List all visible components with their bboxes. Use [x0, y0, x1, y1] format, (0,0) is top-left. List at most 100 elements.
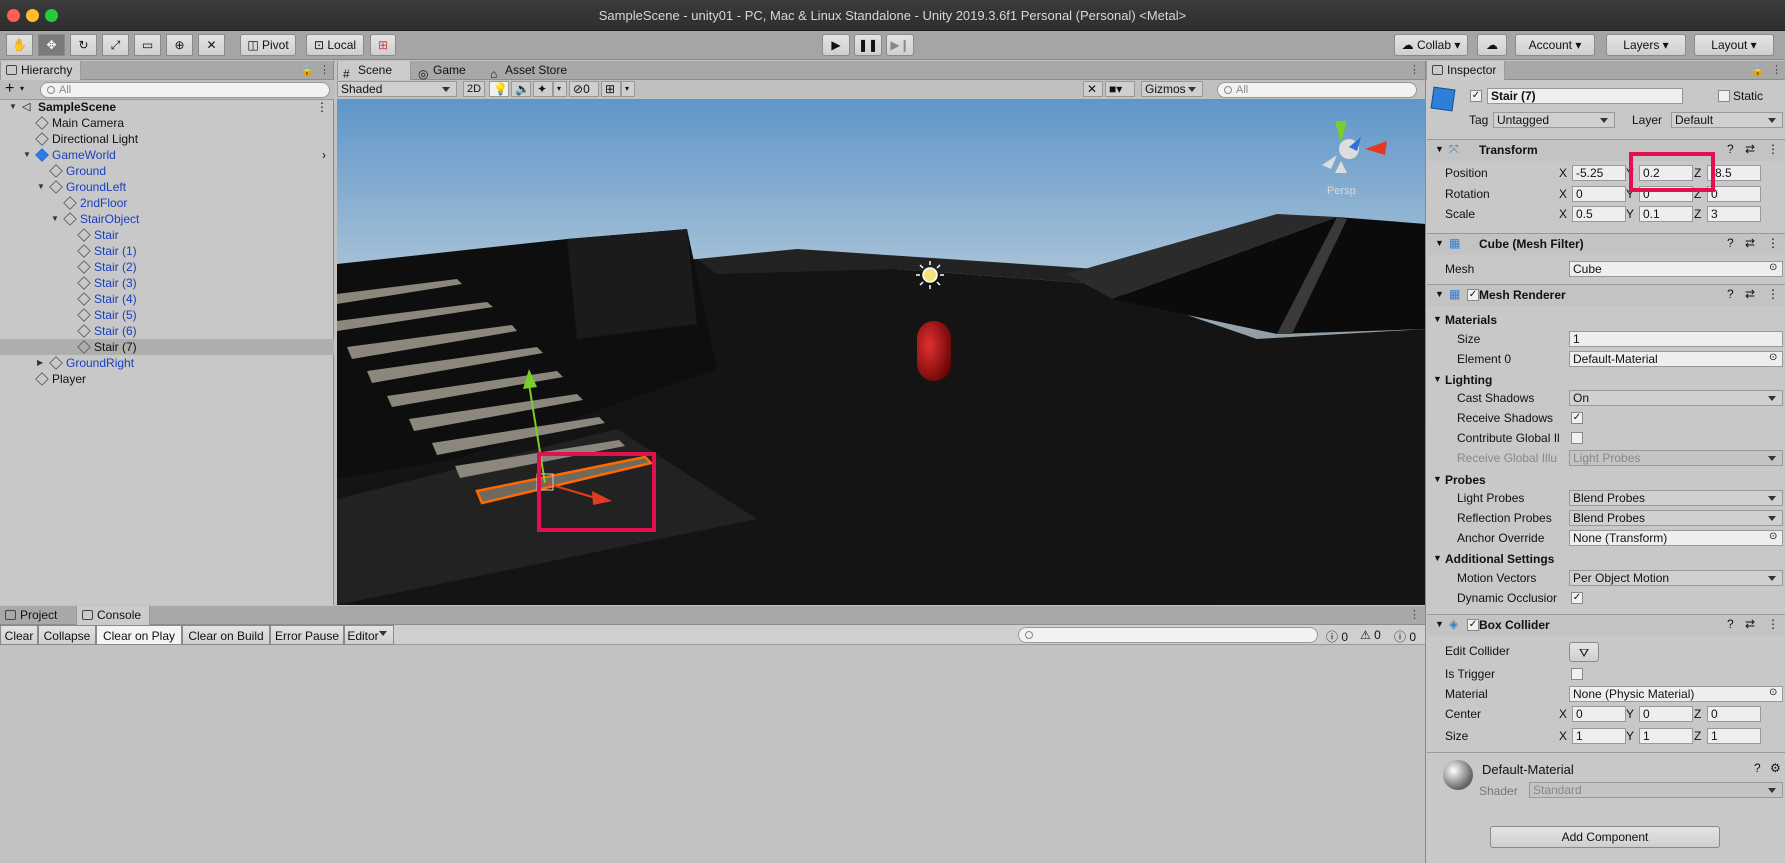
- scene-render[interactable]: Persp: [337, 99, 1426, 605]
- grid-snap-icon[interactable]: ⊞: [370, 34, 396, 56]
- size-y-field[interactable]: 1: [1639, 728, 1693, 744]
- local-toggle[interactable]: ⊡ Local: [306, 34, 364, 56]
- step-button[interactable]: ▶❙: [886, 34, 914, 56]
- size-z-field[interactable]: 1: [1707, 728, 1761, 744]
- player-capsule[interactable]: [917, 321, 951, 381]
- hierarchy-item[interactable]: ▶ GroundRight: [0, 355, 334, 371]
- collapse-button[interactable]: Collapse: [38, 625, 96, 645]
- warning-count[interactable]: ⚠ 0: [1360, 628, 1381, 642]
- layers-dropdown[interactable]: Layers ▾: [1606, 34, 1686, 56]
- component-menu-icon[interactable]: ⋮: [1767, 142, 1779, 156]
- prefab-open-icon[interactable]: ›: [322, 147, 326, 163]
- box-collider-enabled-checkbox[interactable]: ✓: [1467, 619, 1479, 631]
- tab-console[interactable]: Console: [76, 606, 151, 625]
- tab-project[interactable]: Project: [0, 606, 65, 625]
- perspective-label[interactable]: Persp: [1327, 185, 1356, 197]
- hierarchy-item[interactable]: ▼ GroundLeft: [0, 179, 334, 195]
- hierarchy-item[interactable]: Stair (1): [0, 243, 334, 259]
- menu-icon[interactable]: ⋮: [319, 63, 330, 76]
- tab-hierarchy[interactable]: Hierarchy: [0, 61, 82, 80]
- fold-arrow-icon[interactable]: ▼: [1435, 289, 1444, 299]
- reflection-probes-dropdown[interactable]: Blend Probes: [1569, 510, 1783, 526]
- pause-button[interactable]: ❚❚: [854, 34, 882, 56]
- layer-dropdown[interactable]: Default: [1671, 112, 1783, 128]
- is-trigger-checkbox[interactable]: [1571, 668, 1583, 680]
- fold-arrow-icon[interactable]: ▼: [1435, 619, 1444, 629]
- hierarchy-item[interactable]: Main Camera: [0, 115, 334, 131]
- tag-dropdown[interactable]: Untagged: [1493, 112, 1615, 128]
- object-name-field[interactable]: Stair (7): [1487, 88, 1683, 104]
- cast-shadows-dropdown[interactable]: On: [1569, 390, 1783, 406]
- audio-toggle-icon[interactable]: 🔈: [511, 81, 531, 97]
- grid-dropdown-icon[interactable]: ▾: [621, 81, 635, 97]
- grid-toggle-icon[interactable]: ⊞: [601, 81, 621, 97]
- object-picker-icon[interactable]: ⊙: [1769, 262, 1777, 273]
- object-picker-icon[interactable]: ⊙: [1769, 531, 1777, 542]
- clear-button[interactable]: Clear: [0, 625, 38, 645]
- tab-inspector[interactable]: Inspector: [1426, 61, 1506, 80]
- help-icon[interactable]: ?: [1727, 142, 1734, 156]
- rotate-tool-icon[interactable]: ↻: [70, 34, 97, 56]
- lighting-section[interactable]: Lighting: [1445, 373, 1492, 387]
- scale-tool-icon[interactable]: ⤢: [102, 34, 129, 56]
- layout-dropdown[interactable]: Layout ▾: [1694, 34, 1774, 56]
- hand-tool-icon[interactable]: ✋: [6, 34, 33, 56]
- hierarchy-item[interactable]: Stair (5): [0, 307, 334, 323]
- scene-menu-icon[interactable]: ⋮: [1409, 63, 1420, 76]
- element0-object-field[interactable]: Default-Material: [1569, 351, 1783, 367]
- expand-arrow-icon[interactable]: ▼: [51, 211, 61, 227]
- rotation-x-field[interactable]: 0: [1572, 186, 1626, 202]
- rect-tool-icon[interactable]: ▭: [134, 34, 161, 56]
- active-checkbox[interactable]: ✓: [1470, 90, 1482, 102]
- motion-vectors-dropdown[interactable]: Per Object Motion: [1569, 570, 1783, 586]
- tab-asset-store[interactable]: ⌂ Asset Store: [485, 61, 575, 81]
- cloud-icon[interactable]: ☁: [1477, 34, 1507, 56]
- error-pause-button[interactable]: Error Pause: [270, 625, 344, 645]
- probes-fold-icon[interactable]: ▼: [1433, 474, 1442, 484]
- hierarchy-item[interactable]: Stair (4): [0, 291, 334, 307]
- tab-game[interactable]: ◎ Game: [413, 61, 474, 81]
- create-dropdown-icon[interactable]: ▾: [20, 84, 24, 93]
- lock-icon[interactable]: 🔒: [300, 64, 314, 77]
- inspector-lock-icon[interactable]: 🔒: [1751, 64, 1765, 77]
- edit-collider-button[interactable]: ⛛: [1569, 642, 1599, 662]
- static-checkbox[interactable]: [1718, 90, 1730, 102]
- custom-tool-icon[interactable]: ✕: [198, 34, 225, 56]
- move-tool-icon[interactable]: ✥: [38, 34, 65, 56]
- hierarchy-item[interactable]: Stair (7): [0, 339, 334, 355]
- hierarchy-item[interactable]: Stair (3): [0, 275, 334, 291]
- play-button[interactable]: ▶: [822, 34, 850, 56]
- error-count[interactable]: ⓘ 0: [1394, 628, 1416, 645]
- expand-arrow-icon[interactable]: ▼: [9, 99, 19, 115]
- help-icon[interactable]: ?: [1727, 617, 1734, 631]
- fold-arrow-icon[interactable]: ▼: [1435, 238, 1444, 248]
- hierarchy-item[interactable]: 2ndFloor: [0, 195, 334, 211]
- editor-dropdown[interactable]: Editor: [344, 625, 394, 645]
- component-menu-icon[interactable]: ⋮: [1767, 236, 1779, 250]
- info-count[interactable]: ⓘ 0: [1326, 628, 1348, 645]
- component-menu-icon[interactable]: ⋮: [1767, 287, 1779, 301]
- material-help-icon[interactable]: ?: [1754, 761, 1761, 775]
- clear-on-play-button[interactable]: Clear on Play: [96, 625, 182, 645]
- help-icon[interactable]: ?: [1727, 236, 1734, 250]
- console-menu-icon[interactable]: ⋮: [1409, 608, 1420, 621]
- presets-icon[interactable]: ⇄: [1745, 236, 1755, 250]
- lighting-toggle-icon[interactable]: 💡: [489, 81, 509, 97]
- additional-fold-icon[interactable]: ▼: [1433, 553, 1442, 563]
- size-x-field[interactable]: 1: [1572, 728, 1626, 744]
- materials-section[interactable]: Materials: [1445, 313, 1497, 327]
- additional-section[interactable]: Additional Settings: [1445, 552, 1554, 566]
- clear-on-build-button[interactable]: Clear on Build: [182, 625, 270, 645]
- shading-mode-dropdown[interactable]: Shaded: [337, 81, 457, 97]
- collapse-arrow-icon[interactable]: ▶: [37, 355, 47, 371]
- create-button[interactable]: +: [5, 80, 14, 98]
- console-search[interactable]: [1018, 627, 1318, 643]
- hierarchy-item[interactable]: ▼ GameWorld ›: [0, 147, 334, 163]
- scene-search[interactable]: All: [1217, 82, 1417, 98]
- inspector-menu-icon[interactable]: ⋮: [1771, 63, 1782, 76]
- effects-toggle-icon[interactable]: ✦: [533, 81, 553, 97]
- contribute-gi-checkbox[interactable]: [1571, 432, 1583, 444]
- pivot-toggle[interactable]: ◫ Pivot: [240, 34, 296, 56]
- transform-tool-icon[interactable]: ⊕: [166, 34, 193, 56]
- light-probes-dropdown[interactable]: Blend Probes: [1569, 490, 1783, 506]
